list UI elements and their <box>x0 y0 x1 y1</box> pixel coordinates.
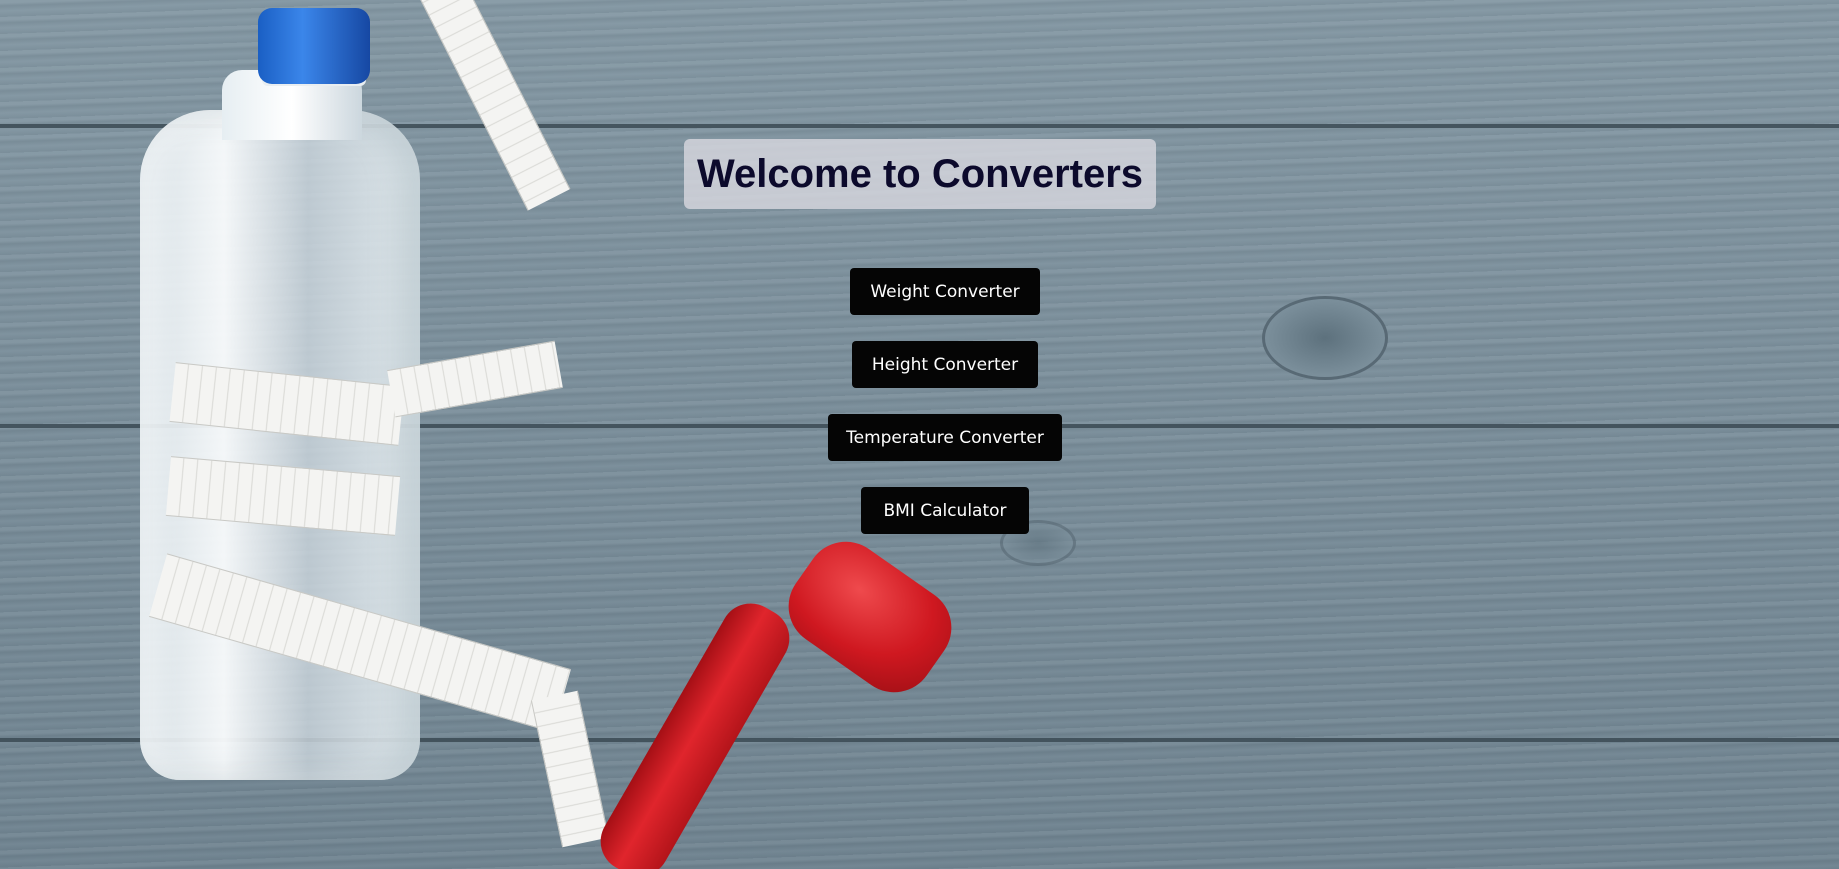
page-title: Welcome to Converters <box>696 151 1144 196</box>
dumbbell-handle-image <box>589 592 801 869</box>
wood-knot <box>1262 296 1388 380</box>
bmi-calculator-button[interactable]: BMI Calculator <box>861 487 1029 534</box>
bottle-cap-image <box>258 8 370 84</box>
measuring-tape-image <box>409 0 571 211</box>
temperature-converter-button[interactable]: Temperature Converter <box>828 414 1062 461</box>
measuring-tape-image <box>530 690 610 848</box>
dumbbell-head-image <box>772 526 968 708</box>
height-converter-button[interactable]: Height Converter <box>852 341 1038 388</box>
weight-converter-button[interactable]: Weight Converter <box>850 268 1040 315</box>
title-banner: Welcome to Converters <box>684 139 1156 209</box>
